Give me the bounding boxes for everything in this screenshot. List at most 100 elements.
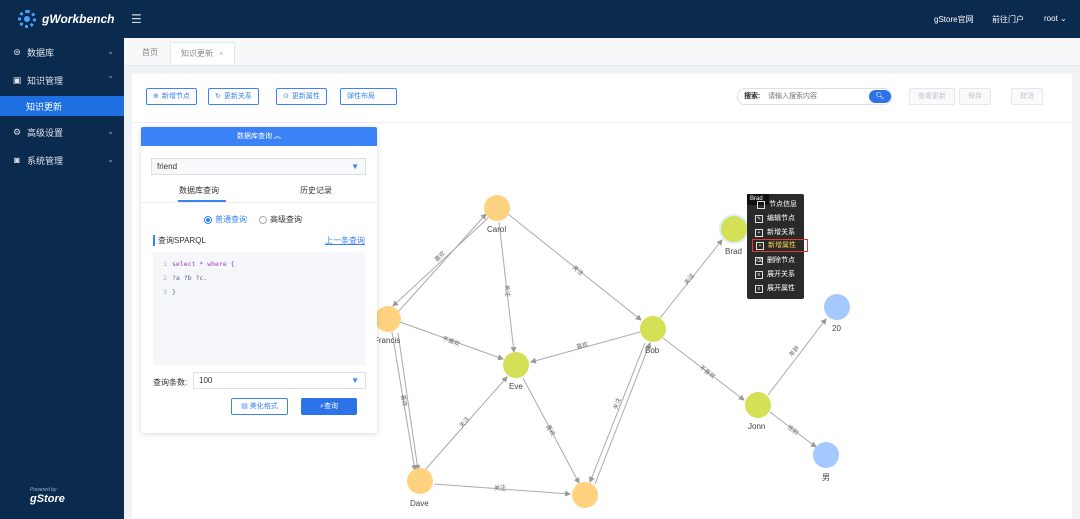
logo-text: gWorkbench (42, 12, 115, 26)
node-label: Francis (374, 336, 400, 345)
portal-link[interactable]: 前往门户 (992, 14, 1024, 25)
sparql-label: 查询SPARQL (153, 235, 206, 246)
edge[interactable] (767, 318, 827, 396)
caret-down-icon: ▼ (351, 376, 359, 385)
edge-label: 关注 (682, 272, 696, 286)
close-icon[interactable]: × (219, 49, 224, 58)
sidebar-item-knowledge[interactable]: ▣ 知识管理 ⌃ (0, 66, 124, 94)
graph-node-jonn[interactable] (745, 392, 771, 418)
graph-node-bob[interactable] (640, 316, 666, 342)
add-node-button[interactable]: ⊕ 新增节点 (146, 88, 197, 105)
menu-item-add-relation[interactable]: + 新增关系 (755, 227, 795, 238)
refresh-icon: ⊙ (283, 93, 289, 100)
page-tabs: 首页 知识更新 × (124, 38, 1080, 66)
advanced-query-radio[interactable]: 高级查询 (259, 214, 302, 225)
edge[interactable] (594, 342, 651, 485)
search-input[interactable] (768, 90, 860, 103)
node-label: Brad (725, 247, 742, 256)
graph-node-eve[interactable] (503, 352, 529, 378)
search-button[interactable]: 🔍︎ (869, 90, 891, 103)
code-line: 3} (163, 288, 176, 296)
search-label: 搜索: (744, 93, 761, 100)
chevron-down-icon: ⌄ (107, 155, 114, 164)
sidebar-item-label: 数据库 (27, 47, 55, 58)
node-label: Eve (509, 382, 523, 391)
tab-history[interactable]: 历史记录 (300, 185, 332, 196)
query-panel-header[interactable]: 数据库查询 ︽ (141, 127, 377, 146)
radio-dot (259, 215, 267, 224)
beautify-button[interactable]: ▤ 美化格式 (231, 398, 288, 415)
tab-database-query[interactable]: 数据库查询 (179, 185, 219, 196)
edge-label: 关注 (494, 484, 506, 492)
chevron-down-icon: ⌄ (1060, 14, 1067, 23)
expand-list-icon: ≡ (755, 284, 763, 293)
edge-label: 喜欢 (433, 249, 447, 263)
menu-item-edit-node[interactable]: ✎ 编辑节点 (755, 213, 795, 224)
graph-node-dave[interactable] (407, 468, 433, 494)
tab-home[interactable]: 首页 (132, 42, 168, 64)
save-button[interactable]: 保存 (959, 88, 991, 105)
logo-gear-icon (18, 10, 36, 28)
app-logo[interactable]: gWorkbench (0, 0, 124, 38)
graph-node-brad[interactable] (721, 216, 747, 242)
sparql-editor[interactable]: 1 select * where { 2 ?a ?b ?c. 3} (153, 252, 366, 365)
search-icon: 🔍︎ (875, 93, 885, 100)
edge-label: 关注 (571, 263, 585, 277)
node-context-menu: Brad 节点信息 ✎ 编辑节点 + 新增关系 + 新增属性 ⌫ 删除节点 ≡ 展开关系 … (747, 194, 808, 299)
system-icon: ◙ (14, 155, 20, 165)
sidebar-item-knowledge-update[interactable]: 知识更新 (0, 96, 124, 116)
menu-item-expand-relations[interactable]: ≡ 展开关系 (755, 269, 795, 280)
edge[interactable] (397, 213, 487, 313)
query-button[interactable]: ⌕查询 (301, 398, 357, 415)
graph-node-francis[interactable] (375, 306, 401, 332)
edge-label: 关注 (457, 415, 471, 429)
cancel-button[interactable]: 取消 (1011, 88, 1043, 105)
sidebar-item-label: 系统管理 (27, 155, 64, 166)
normal-query-radio[interactable]: 普通查询 (204, 214, 247, 225)
edge-label: 不喜欢 (441, 334, 461, 348)
graph-node-unlabeled[interactable] (572, 482, 598, 508)
menu-item-delete-node[interactable]: ⌫ 删除节点 (755, 255, 795, 266)
user-menu[interactable]: root ⌄ (1044, 14, 1067, 23)
edge-label: 不喜欢 (698, 363, 717, 380)
view-updates-button[interactable]: 查看更新 (909, 88, 955, 105)
node-label: 20 (832, 324, 841, 333)
graph-node-age-20[interactable] (824, 294, 850, 320)
edge-label: 关注 (611, 397, 623, 411)
gstore-site-link[interactable]: gStore官网 (934, 14, 974, 25)
menu-toggle-icon[interactable]: ☰ (131, 12, 142, 26)
edge[interactable] (392, 217, 489, 307)
elastic-layout-button[interactable]: 弹性布局 (340, 88, 397, 105)
node-label: Carol (487, 225, 506, 234)
query-panel: 数据库查询 ︽ friend ▼ 数据库查询 历史记录 普通查询 高级查询 查询S… (141, 127, 377, 433)
divider (141, 202, 377, 203)
caret-down-icon: ▼ (351, 162, 359, 171)
format-icon: ▤ (241, 403, 248, 410)
edge[interactable] (589, 342, 646, 483)
sidebar-item-system[interactable]: ◙ 系统管理 ⌄ (0, 146, 124, 174)
sidebar-item-label: 高级设置 (27, 127, 64, 138)
update-relation-button[interactable]: ↻ 更新关系 (208, 88, 259, 105)
graph-node-carol[interactable] (484, 195, 510, 221)
plus-icon: ⊕ (153, 93, 159, 100)
update-attribute-button[interactable]: ⊙ 更新属性 (276, 88, 327, 105)
info-icon (757, 200, 765, 209)
node-label: Jonn (748, 422, 765, 431)
limit-select[interactable]: 100 ▼ (193, 372, 366, 389)
menu-item-node-info[interactable]: 节点信息 (757, 199, 797, 210)
edge-label: 性别 (786, 423, 800, 437)
code-line: 1 select * where { (163, 260, 235, 268)
menu-item-expand-attributes[interactable]: ≡ 展开属性 (755, 283, 795, 294)
code-line: 2 ?a ?b ?c. (163, 274, 208, 282)
radio-dot (204, 215, 212, 224)
node-label: Dave (410, 499, 429, 508)
tab-knowledge-update[interactable]: 知识更新 × (170, 42, 235, 64)
sidebar-item-advanced[interactable]: ⚙ 高级设置 ⌄ (0, 118, 124, 146)
previous-query-link[interactable]: 上一条查询 (325, 235, 365, 246)
database-select[interactable]: friend ▼ (151, 158, 366, 175)
menu-item-add-attribute[interactable]: + 新增属性 (752, 239, 808, 252)
sidebar-item-database[interactable]: ⊜ 数据库 ⌄ (0, 38, 124, 66)
graph-node-male[interactable] (813, 442, 839, 468)
node-label: 男 (822, 473, 830, 482)
sidebar-item-label: 知识更新 (26, 101, 63, 112)
